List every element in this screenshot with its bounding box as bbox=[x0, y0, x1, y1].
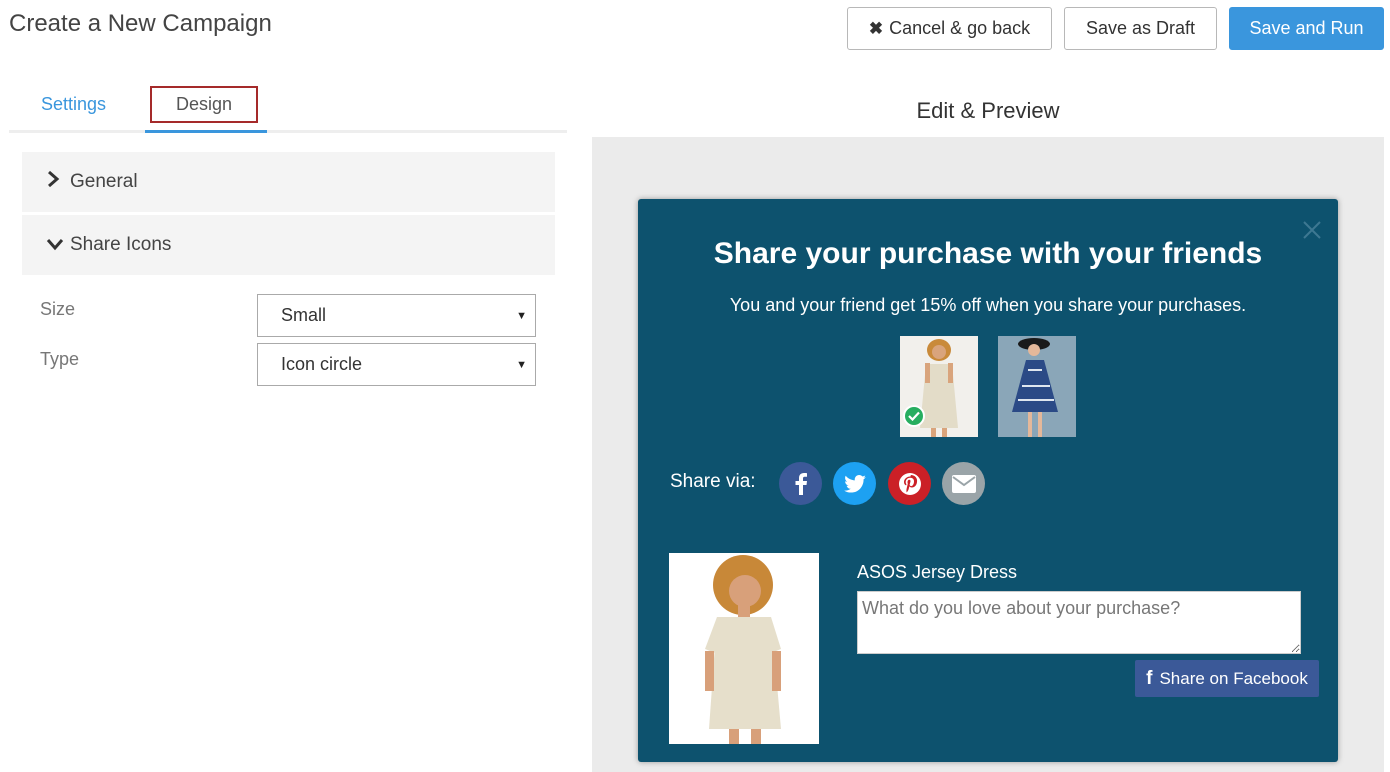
popup-subheading: You and your friend get 15% off when you… bbox=[729, 295, 1247, 315]
accordion-general[interactable]: General bbox=[22, 152, 555, 212]
accordion-general-label: General bbox=[70, 171, 138, 192]
tab-settings[interactable]: Settings bbox=[41, 94, 106, 115]
size-select[interactable]: Small ▼ bbox=[257, 294, 536, 337]
chevron-down-icon bbox=[46, 234, 70, 257]
tab-design[interactable]: Design bbox=[150, 86, 258, 123]
product-thumbnail-selected[interactable] bbox=[900, 336, 978, 437]
cancel-button-label: Cancel & go back bbox=[889, 18, 1031, 38]
dropdown-arrow-icon: ▼ bbox=[516, 359, 527, 371]
close-icon: ✖ bbox=[868, 18, 884, 38]
tab-bar: Settings Design bbox=[9, 84, 567, 133]
share-popup: Share your purchase with your friends Yo… bbox=[638, 199, 1338, 762]
dropdown-arrow-icon: ▼ bbox=[516, 310, 527, 322]
size-label: Size bbox=[40, 299, 76, 319]
product-image bbox=[669, 553, 819, 744]
tab-design-indicator: Design bbox=[145, 84, 267, 133]
facebook-icon[interactable] bbox=[779, 462, 822, 505]
twitter-icon[interactable] bbox=[833, 462, 876, 505]
share-on-facebook-button[interactable]: f Share on Facebook bbox=[1135, 660, 1319, 697]
product-name: ASOS Jersey Dress bbox=[857, 562, 1018, 582]
page-title: Create a New Campaign bbox=[9, 10, 272, 37]
type-label: Type bbox=[40, 349, 80, 369]
pinterest-icon[interactable] bbox=[888, 462, 931, 505]
share-on-facebook-label: Share on Facebook bbox=[1159, 668, 1308, 688]
accordion-share-icons[interactable]: Share Icons bbox=[22, 215, 555, 275]
size-select-value: Small bbox=[281, 305, 327, 325]
type-select[interactable]: Icon circle ▼ bbox=[257, 343, 536, 386]
save-and-run-label: Save and Run bbox=[1249, 18, 1364, 38]
save-and-run-button[interactable]: Save and Run bbox=[1229, 7, 1384, 50]
type-select-value: Icon circle bbox=[281, 354, 363, 374]
save-draft-button[interactable]: Save as Draft bbox=[1064, 7, 1217, 50]
check-icon bbox=[903, 405, 925, 427]
chevron-right-icon bbox=[46, 170, 70, 194]
preview-title: Edit & Preview bbox=[916, 98, 1060, 123]
facebook-icon: f bbox=[1146, 667, 1153, 689]
cancel-button[interactable]: ✖ Cancel & go back bbox=[847, 7, 1052, 50]
product-thumbnail[interactable] bbox=[998, 336, 1076, 437]
accordion-share-icons-label: Share Icons bbox=[70, 234, 172, 255]
save-draft-label: Save as Draft bbox=[1085, 18, 1196, 38]
comment-field[interactable] bbox=[857, 591, 1301, 654]
email-icon[interactable] bbox=[942, 462, 985, 505]
share-via-label: Share via: bbox=[670, 471, 756, 492]
popup-heading: Share your purchase with your friends bbox=[713, 237, 1263, 270]
